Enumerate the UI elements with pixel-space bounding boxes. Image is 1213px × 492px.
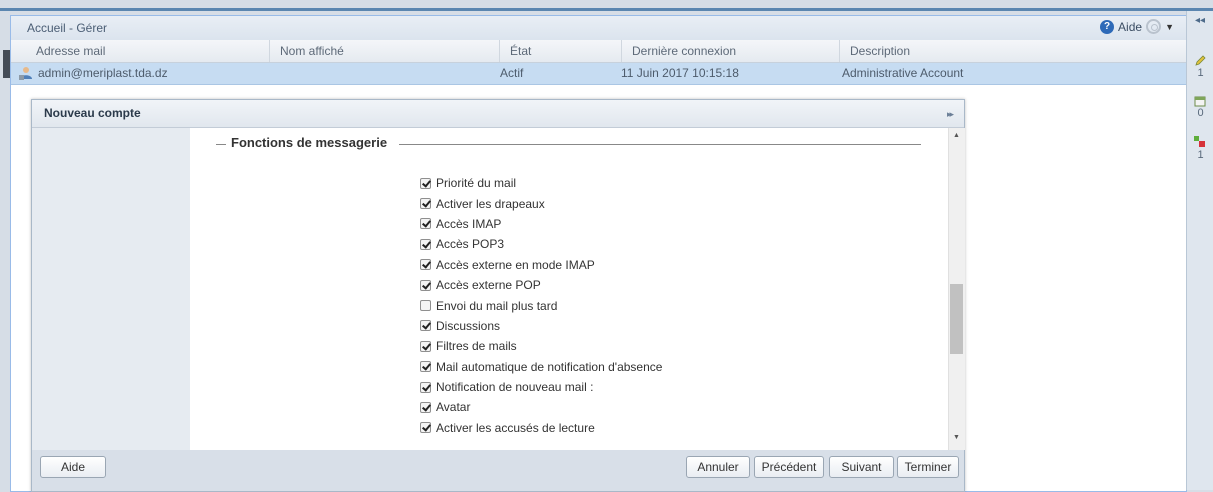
option-external-pop[interactable]: Accès externe POP: [420, 275, 662, 295]
help-icon[interactable]: ?: [1100, 19, 1115, 34]
checkbox[interactable]: [420, 422, 431, 434]
dialog-header: Nouveau compte ▸▸: [32, 100, 964, 128]
scrollbar-thumb[interactable]: [950, 284, 963, 354]
option-label: Accès externe POP: [436, 278, 541, 293]
option-label: Accès externe en mode IMAP: [436, 257, 595, 272]
previous-button[interactable]: Précédent: [754, 456, 824, 478]
column-header-last-login[interactable]: Dernière connexion: [622, 40, 840, 62]
messaging-options-list: Priorité du mail Activer les drapeaux Ac…: [420, 173, 662, 438]
option-label: Accès POP3: [436, 237, 505, 252]
column-header-email[interactable]: Adresse mail: [26, 40, 270, 62]
option-label: Filtres de mails: [436, 339, 517, 354]
fieldset-line-left: [216, 144, 226, 145]
right-side-strip: ◂◂ 1 0 1: [1186, 11, 1213, 490]
row-selector-marker: [3, 50, 10, 78]
option-external-imap[interactable]: Accès externe en mode IMAP: [420, 255, 662, 275]
pencil-icon[interactable]: [1194, 55, 1206, 67]
help-button[interactable]: Aide: [40, 456, 106, 478]
option-imap[interactable]: Accès IMAP: [420, 214, 662, 234]
dialog-title: Nouveau compte: [44, 106, 141, 120]
column-header-state[interactable]: État: [500, 40, 622, 62]
checkbox[interactable]: [420, 320, 431, 332]
collapse-left-icon[interactable]: ◂◂: [1195, 15, 1205, 26]
checkbox[interactable]: [420, 361, 431, 373]
pencil-count: 1: [1197, 67, 1204, 79]
checkbox[interactable]: [420, 340, 431, 352]
vertical-scrollbar[interactable]: ▲ ▼: [948, 128, 965, 450]
option-label: Avatar: [436, 400, 471, 415]
task-count: 1: [1197, 149, 1204, 161]
checkbox[interactable]: [420, 300, 431, 312]
panel-title: Accueil - Gérer: [27, 21, 108, 35]
option-label: Envoi du mail plus tard: [436, 298, 558, 313]
option-flags[interactable]: Activer les drapeaux: [420, 193, 662, 213]
checkbox[interactable]: [420, 177, 431, 189]
top-accent-line: [0, 8, 1213, 11]
table-row[interactable]: admin@meriplast.tda.dz Actif 11 Juin 201…: [11, 63, 1186, 85]
expand-icon[interactable]: ▸▸: [947, 109, 954, 120]
column-header-description[interactable]: Description: [840, 40, 1186, 62]
option-label: Discussions: [436, 318, 501, 333]
option-label: Priorité du mail: [436, 176, 517, 191]
left-edge-bar: [0, 15, 10, 490]
option-mail-priority[interactable]: Priorité du mail: [420, 173, 662, 193]
section-title: Fonctions de messagerie: [231, 135, 388, 150]
help-menu[interactable]: ? Aide ▼: [1100, 19, 1174, 34]
option-pop3[interactable]: Accès POP3: [420, 234, 662, 254]
calendar-icon[interactable]: [1194, 95, 1206, 107]
dialog-footer: Aide Annuler Précédent Suivant Terminer: [32, 451, 964, 491]
dialog-nav-column: [32, 128, 190, 450]
checkbox[interactable]: [420, 279, 431, 291]
option-mail-filters[interactable]: Filtres de mails: [420, 336, 662, 356]
option-label: Activer les accusés de lecture: [436, 420, 595, 435]
task-icon[interactable]: [1194, 136, 1206, 148]
option-avatar[interactable]: Avatar: [420, 397, 662, 417]
finish-button[interactable]: Terminer: [897, 456, 959, 478]
next-button[interactable]: Suivant: [829, 456, 894, 478]
option-label: Activer les drapeaux: [436, 196, 545, 211]
column-header-display-name[interactable]: Nom affiché: [270, 40, 500, 62]
checkbox[interactable]: [420, 401, 431, 413]
cell-email: admin@meriplast.tda.dz: [38, 66, 168, 80]
checkbox[interactable]: [420, 238, 431, 250]
checkbox[interactable]: [420, 218, 431, 230]
user-icon: [19, 67, 32, 80]
cancel-button[interactable]: Annuler: [686, 456, 750, 478]
cell-description: Administrative Account: [842, 66, 964, 80]
gear-icon[interactable]: [1146, 19, 1162, 34]
option-discussions[interactable]: Discussions: [420, 316, 662, 336]
table-header: Adresse mail Nom affiché État Dernière c…: [11, 40, 1186, 63]
new-account-dialog: Nouveau compte ▸▸ Fonctions de messageri…: [31, 99, 965, 492]
calendar-count: 0: [1197, 107, 1204, 119]
option-new-mail-notification[interactable]: Notification de nouveau mail :: [420, 377, 662, 397]
help-label[interactable]: Aide: [1118, 20, 1142, 34]
option-label: Mail automatique de notification d'absen…: [436, 359, 663, 374]
scroll-up-icon[interactable]: ▲: [953, 132, 960, 139]
chevron-down-icon[interactable]: ▼: [1165, 22, 1174, 32]
option-out-of-office[interactable]: Mail automatique de notification d'absen…: [420, 357, 662, 377]
scroll-down-icon[interactable]: ▼: [953, 434, 960, 441]
dialog-content: Fonctions de messagerie Priorité du mail…: [190, 128, 948, 450]
option-label: Notification de nouveau mail :: [436, 380, 594, 395]
dialog-body: Fonctions de messagerie Priorité du mail…: [32, 128, 965, 450]
checkbox[interactable]: [420, 381, 431, 393]
checkbox[interactable]: [420, 259, 431, 271]
fieldset-line-right: [399, 144, 921, 145]
checkbox[interactable]: [420, 198, 431, 210]
option-send-later[interactable]: Envoi du mail plus tard: [420, 295, 662, 315]
cell-state: Actif: [500, 66, 524, 80]
cell-last-login: 11 Juin 2017 10:15:18: [621, 66, 739, 80]
option-label: Accès IMAP: [436, 216, 502, 231]
option-read-receipts[interactable]: Activer les accusés de lecture: [420, 418, 662, 438]
panel-header: Accueil - Gérer ? Aide ▼: [11, 16, 1186, 41]
